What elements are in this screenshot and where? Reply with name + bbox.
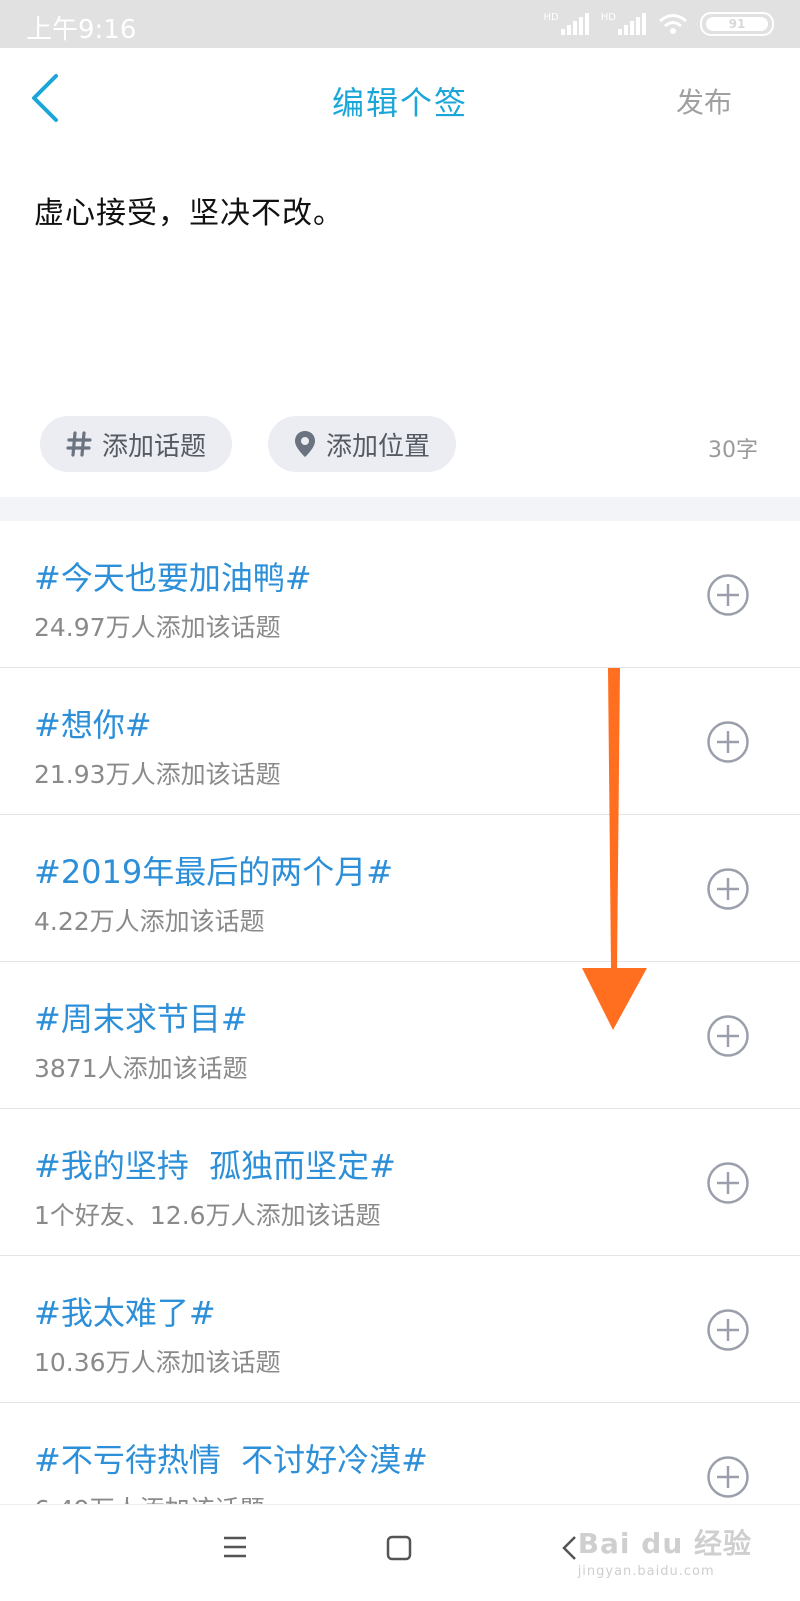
- battery-icon: 91: [700, 12, 774, 36]
- nav-bar: 编辑个签 发布: [0, 48, 800, 154]
- location-pin-icon: [295, 431, 316, 457]
- publish-button[interactable]: 发布: [676, 81, 732, 121]
- add-circle-icon[interactable]: [706, 573, 750, 617]
- topic-row[interactable]: #今天也要加油鸭# 24.97万人添加该话题: [0, 521, 800, 668]
- menu-icon[interactable]: [222, 1535, 248, 1559]
- topic-row[interactable]: #2019年最后的两个月# 4.22万人添加该话题: [0, 815, 800, 962]
- signature-input[interactable]: 虚心接受，坚决不改。: [34, 188, 344, 232]
- add-circle-icon[interactable]: [706, 1014, 750, 1058]
- hd-label-2: HD: [600, 12, 616, 23]
- add-location-label: 添加位置: [326, 431, 431, 462]
- section-divider: [0, 497, 800, 521]
- topic-title: #今天也要加油鸭#: [34, 559, 312, 597]
- topic-row[interactable]: #我太难了# 10.36万人添加该话题: [0, 1256, 800, 1403]
- add-location-button[interactable]: 添加位置: [268, 416, 457, 472]
- topic-row[interactable]: #周末求节目# 3871人添加该话题: [0, 962, 800, 1109]
- watermark: Bai du 经验 jingyan.baidu.com: [578, 1522, 752, 1579]
- status-time: 上午9:16: [26, 15, 137, 45]
- add-circle-icon[interactable]: [706, 1161, 750, 1205]
- topic-title: #想你#: [34, 706, 152, 744]
- watermark-main: Bai du 经验: [577, 1527, 752, 1560]
- add-circle-icon[interactable]: [706, 720, 750, 764]
- add-circle-icon[interactable]: [706, 1308, 750, 1352]
- topic-title: #不亏待热情 不讨好冷漠#: [34, 1441, 428, 1479]
- home-icon[interactable]: [386, 1535, 412, 1561]
- topic-subtitle: 3871人添加该话题: [34, 1054, 248, 1083]
- chip-row: 添加话题 添加位置: [40, 416, 457, 472]
- back-nav-icon[interactable]: [560, 1535, 578, 1561]
- add-topic-label: 添加话题: [102, 431, 207, 462]
- watermark-sub: jingyan.baidu.com: [577, 1564, 715, 1579]
- topic-subtitle: 10.36万人添加该话题: [34, 1348, 281, 1377]
- status-icons: HD HD 91: [544, 10, 774, 38]
- add-circle-icon[interactable]: [706, 1455, 750, 1499]
- signal-icon-1: HD: [544, 13, 589, 35]
- topic-subtitle: 21.93万人添加该话题: [34, 760, 281, 789]
- topic-row[interactable]: #想你# 21.93万人添加该话题: [0, 668, 800, 815]
- topic-title: #我的坚持 孤独而坚定#: [34, 1147, 396, 1185]
- topic-subtitle: 1个好友、12.6万人添加该话题: [34, 1201, 381, 1230]
- hash-icon: [66, 431, 92, 457]
- signal-icon-2: HD: [601, 13, 646, 35]
- topic-title: #周末求节目#: [34, 1000, 248, 1038]
- topic-title: #我太难了#: [34, 1294, 216, 1332]
- add-topic-button[interactable]: 添加话题: [40, 416, 233, 472]
- topic-list: #今天也要加油鸭# 24.97万人添加该话题 #想你# 21.93万人添加该话题…: [0, 521, 800, 1549]
- hd-label-1: HD: [543, 12, 559, 23]
- topic-subtitle: 24.97万人添加该话题: [34, 613, 281, 642]
- topic-title: #2019年最后的两个月#: [34, 853, 394, 891]
- topic-row[interactable]: #我的坚持 孤独而坚定# 1个好友、12.6万人添加该话题: [0, 1109, 800, 1256]
- status-bar: 上午9:16 HD HD 91: [0, 0, 800, 48]
- wifi-icon: [659, 14, 687, 34]
- scroll-down-arrow-icon: [582, 668, 647, 1030]
- battery-level: 91: [706, 17, 768, 31]
- add-circle-icon[interactable]: [706, 867, 750, 911]
- char-count: 30字: [708, 438, 758, 463]
- topic-subtitle: 4.22万人添加该话题: [34, 907, 265, 936]
